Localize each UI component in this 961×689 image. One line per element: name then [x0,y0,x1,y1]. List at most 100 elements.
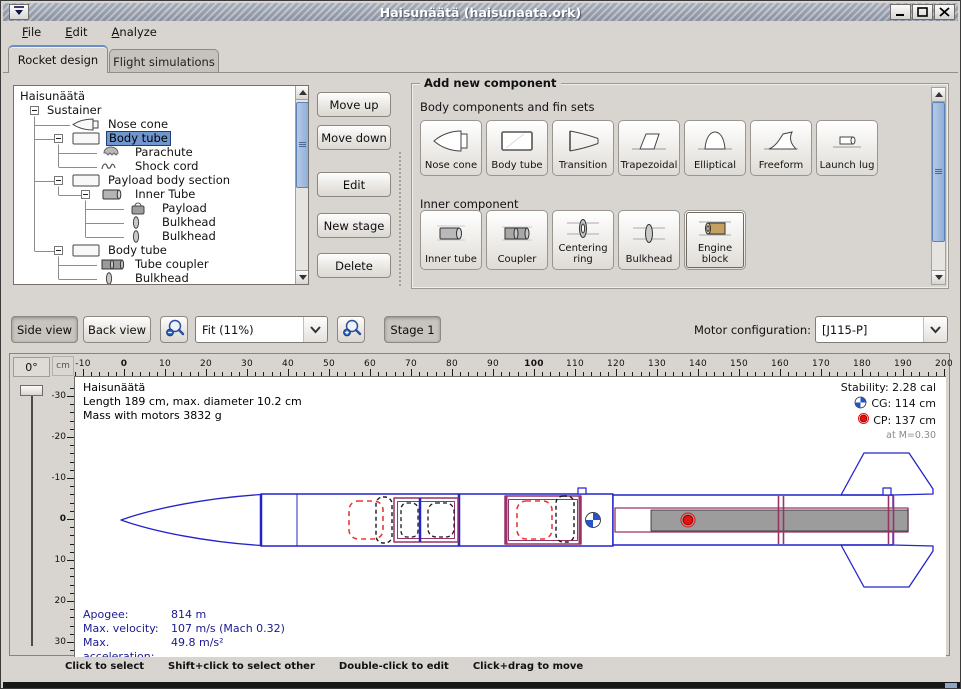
menu-analyze[interactable]: Analyze [101,22,168,42]
add-engine-block-button[interactable]: Engine block [684,210,746,270]
add-trapezoidal-fin-button[interactable]: Trapezoidal [618,120,680,176]
nose-cone-outline[interactable] [121,495,261,546]
tree-scrollbar[interactable] [295,85,309,285]
elliptical-fin-icon [695,121,735,161]
scrollbar-thumb[interactable] [932,102,945,242]
tree-item-label: Body tube [106,131,171,146]
stage-1-toggle[interactable]: Stage 1 [384,316,441,343]
inner-tube-icon [431,211,471,255]
tree-item-body-tube[interactable]: Body tube [14,244,293,258]
menu-edit[interactable]: Edit [54,22,98,42]
tree-item-body-tube[interactable]: Body tube [14,132,293,146]
zoom-level-select[interactable]: Fit (11%) [195,316,328,343]
flight-stat-row: Max. acceleration:49.8 m/s² [83,636,285,657]
add-elliptical-fin-button[interactable]: Elliptical [684,120,746,176]
tree-item-bulkhead[interactable]: Bulkhead [14,230,293,244]
scroll-down-arrow[interactable] [932,270,945,284]
minimize-button[interactable] [890,4,911,20]
freeform-fin-icon [761,121,801,161]
move-up-button[interactable]: Move up [317,92,391,117]
panel-splitter[interactable] [398,151,403,286]
flight-stat-value: 49.8 m/s² [171,636,224,657]
title-bar[interactable]: Haisunäätä (haisunaata.ork) [3,3,958,21]
launch-lug-outline[interactable] [883,488,891,495]
resize-grip[interactable] [945,683,957,688]
engine-block-icon [695,211,735,244]
scrollbar-thumb[interactable] [296,102,309,188]
component-button-label: Freeform [759,161,804,176]
launch-lug-icon [827,121,867,161]
zoom-out-icon [163,318,185,341]
tree-item-nose-cone[interactable]: Nose cone [14,118,293,132]
add-inner-tube-button[interactable]: Inner tube [420,210,482,270]
tree-item-label: Nose cone [108,118,168,131]
component-tree[interactable]: HaisunäätäSustainerNose coneBody tubePar… [13,85,309,285]
add-centering-ring-button[interactable]: Centering ring [552,210,614,270]
horizontal-ruler: -100102030405060708090100110120130140150… [74,356,952,376]
zoom-out-button[interactable] [160,316,188,343]
component-panel-scrollbar[interactable] [931,87,946,285]
stability-value: Stability: 2.28 cal [841,381,936,396]
motor-configuration-label: Motor configuration: [691,323,811,337]
add-coupler-button[interactable]: Coupler [486,210,548,270]
fin-lower[interactable] [841,545,933,587]
add-freeform-fin-button[interactable]: Freeform [750,120,812,176]
chevron-down-icon [923,317,947,342]
flight-statistics: Apogee:814 mMax. velocity:107 m/s (Mach … [83,608,285,657]
tree-item-tube-coupler[interactable]: Tube coupler [14,258,293,272]
side-view-button[interactable]: Side view [11,316,78,343]
rotation-slider-track[interactable] [31,388,33,646]
tree-item-payload-body-section[interactable]: Payload body section [14,174,293,188]
application-window: Haisunäätä (haisunaata.ork) FileEditAnal… [0,0,961,689]
rotation-slider-handle[interactable] [20,385,43,396]
scroll-up-arrow[interactable] [296,86,309,100]
component-button-label: Centering ring [558,244,607,269]
move-down-button[interactable]: Move down [317,125,391,150]
rocket-diagram-panel: 0° cm -100102030405060708090100110120130… [9,353,950,656]
component-button-label: Body tube [491,161,542,176]
delete-button[interactable]: Delete [317,253,391,278]
add-nose-cone-button[interactable]: Nose cone [420,120,482,176]
tree-item-sustainer[interactable]: Sustainer [14,104,293,118]
new-stage-button[interactable]: New stage [317,213,391,238]
flight-stat-label: Max. acceleration: [83,636,171,657]
tree-item-bulkhead[interactable]: Bulkhead [14,216,293,230]
add-bulkhead-button[interactable]: Bulkhead [618,210,680,270]
tree-item-label: Shock cord [135,160,198,173]
tree-expander-icon[interactable] [81,190,90,199]
tree-item-shock-cord[interactable]: Shock cord [14,160,293,174]
scroll-down-arrow[interactable] [296,270,309,284]
add-transition-button[interactable]: Transition [552,120,614,176]
back-view-button[interactable]: Back view [83,316,151,343]
launch-lug-outline[interactable] [578,488,586,494]
tree-item-parachute[interactable]: Parachute [14,146,293,160]
component-group-label: Body components and fin sets [420,100,594,114]
edit-button[interactable]: Edit [317,172,391,197]
maximize-button[interactable] [912,4,933,20]
component-button-label: Bulkhead [626,255,673,270]
scroll-up-arrow[interactable] [932,88,945,102]
tree-item-haisunäätä[interactable]: Haisunäätä [14,90,293,104]
menu-file[interactable]: File [11,22,52,42]
tree-item-label: Bulkhead [135,272,189,285]
tree-item-bulkhead[interactable]: Bulkhead [14,272,293,285]
tab-rocket-design[interactable]: Rocket design [8,45,108,73]
status-hint: Shift+click to select other [168,661,315,672]
close-button[interactable] [934,4,955,20]
tab-flight-simulations[interactable]: Flight simulations [109,49,219,73]
status-hint: Click to select [65,661,144,672]
rocket-canvas[interactable]: HaisunäätäLength 189 cm, max. diameter 1… [74,376,946,657]
add-launch-lug-button[interactable]: Launch lug [816,120,878,176]
zoom-in-button[interactable] [337,316,365,343]
add-body-tube-button[interactable]: Body tube [486,120,548,176]
tree-expander-icon[interactable] [30,106,39,115]
tree-expander-icon[interactable] [54,134,63,143]
rocket-info-line: Mass with motors 3832 g [83,409,302,423]
tree-expander-icon[interactable] [54,176,63,185]
tree-item-inner-tube[interactable]: Inner Tube [14,188,293,202]
tree-expander-icon[interactable] [54,246,63,255]
motor-configuration-select[interactable]: [J115-P] [815,316,948,343]
stability-info: Stability: 2.28 cal CG: 114 cm CP: 137 c… [841,381,936,443]
tree-item-payload[interactable]: Payload [14,202,293,216]
component-button-label: Coupler [498,255,537,270]
